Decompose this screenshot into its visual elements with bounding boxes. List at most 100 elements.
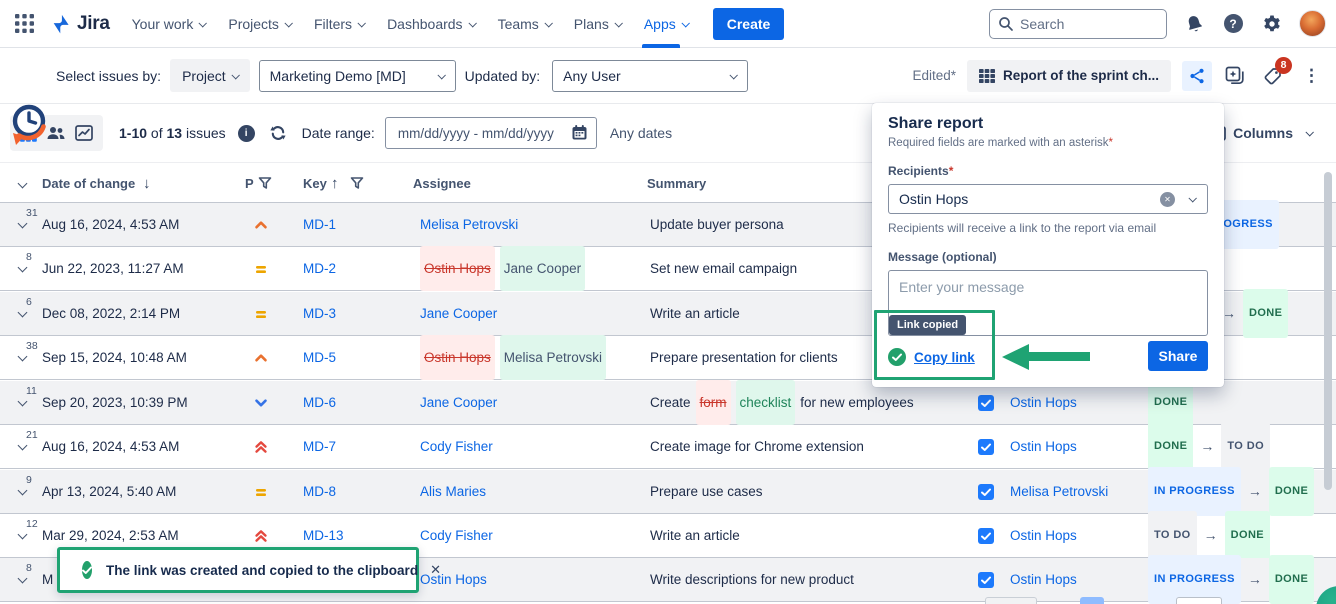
save-to-library-button[interactable] (1223, 64, 1247, 88)
share-icon (1188, 67, 1206, 85)
issue-source-type-dropdown[interactable]: Project (170, 59, 250, 92)
assignee-link[interactable]: Jane Cooper (420, 292, 497, 335)
expand-row-icon[interactable] (18, 486, 28, 496)
issue-key-link[interactable]: MD-5 (303, 336, 336, 379)
clear-icon[interactable]: ✕ (1160, 192, 1175, 207)
issue-key-link[interactable]: MD-8 (303, 470, 336, 513)
vertical-scrollbar[interactable] (1324, 172, 1332, 490)
table-row[interactable]: 21 Aug 16, 2024, 4:53 AM MD-7 Cody Fishe… (0, 425, 1336, 469)
expand-row-icon[interactable] (18, 441, 28, 451)
refresh-button[interactable] (268, 124, 288, 142)
status-badge: IN PROGRESS (1148, 467, 1241, 516)
message-label: Message (optional) (888, 250, 1208, 264)
expand-row-icon[interactable] (18, 574, 28, 584)
col-header-assignee[interactable]: Assignee (413, 163, 471, 204)
recipients-value: Ostin Hops (899, 191, 968, 207)
recipients-select[interactable]: Ostin Hops ✕ (888, 184, 1208, 214)
col-header-priority[interactable]: P (245, 163, 254, 204)
change-date: Sep 15, 2024, 10:48 AM (42, 336, 187, 379)
app-switcher-icon[interactable] (12, 12, 36, 36)
summary-change: Createformchecklistfor new employees (650, 381, 914, 424)
expand-row-icon[interactable] (18, 352, 28, 362)
nav-item-projects[interactable]: Projects (228, 0, 291, 48)
status-badge: DONE (1148, 422, 1193, 471)
nav-item-filters[interactable]: Filters (314, 0, 364, 48)
search-input[interactable] (989, 9, 1167, 39)
report-selector-button[interactable]: Report of the sprint ch... (967, 60, 1171, 92)
issue-key-link[interactable]: MD-1 (303, 203, 336, 246)
changes-count: 8 (26, 562, 32, 574)
assignee-link[interactable]: Cody Fisher (420, 514, 493, 557)
approved-checkbox[interactable] (978, 395, 994, 411)
approved-checkbox[interactable] (978, 484, 994, 500)
approved-checkbox[interactable] (978, 572, 994, 588)
jira-logo[interactable]: Jira (50, 13, 110, 35)
approved-checkbox[interactable] (978, 439, 994, 455)
nav-item-your-work[interactable]: Your work (132, 0, 206, 48)
date-range-input[interactable] (385, 117, 597, 149)
updated-by-dropdown[interactable]: Any User (552, 60, 748, 92)
status-arrow-icon: → (1200, 425, 1214, 468)
expand-row-icon[interactable] (18, 219, 28, 229)
nav-item-apps[interactable]: Apps (644, 0, 688, 48)
status-cell: TO DO→DONE (1148, 514, 1270, 557)
expand-row-icon[interactable] (18, 308, 28, 318)
expand-row-icon[interactable] (18, 530, 28, 540)
user-avatar[interactable] (1299, 10, 1326, 37)
sort-desc-icon[interactable]: ↓ (143, 163, 151, 204)
table-row[interactable]: 11 Sep 20, 2023, 10:39 PM MD-6 Jane Coop… (0, 381, 1336, 425)
nav-item-teams[interactable]: Teams (498, 0, 551, 48)
issue-key-link[interactable]: MD-3 (303, 292, 336, 335)
chevron-down-icon (614, 19, 622, 27)
settings-gear-icon[interactable] (1260, 12, 1284, 36)
chevron-down-icon (358, 19, 366, 27)
table-row[interactable]: 9 Apr 13, 2024, 5:40 AM MD-8 Alis Maries… (0, 470, 1336, 514)
filter-funnel-icon[interactable] (258, 176, 272, 193)
nav-item-plans[interactable]: Plans (574, 0, 621, 48)
sort-asc-icon[interactable]: ↑ (331, 163, 339, 204)
filter-funnel-icon[interactable] (350, 176, 364, 193)
assignee-change: Ostin HopsJane Cooper (420, 247, 585, 290)
notifications-bell-icon[interactable] (1182, 12, 1206, 36)
changes-count: 8 (26, 251, 32, 263)
changed-by-link[interactable]: Ostin Hops (1010, 425, 1077, 468)
recipients-label: Recipients* (888, 164, 1208, 178)
assignee-link[interactable]: Jane Cooper (420, 381, 497, 424)
share-submit-button[interactable]: Share (1148, 341, 1208, 371)
columns-button[interactable]: Columns (1209, 125, 1312, 141)
calendar-icon[interactable] (571, 124, 588, 141)
issue-key-link[interactable]: MD-2 (303, 247, 336, 290)
changed-by-link[interactable]: Melisa Petrovski (1010, 470, 1108, 513)
expand-all-icon[interactable] (18, 179, 28, 189)
recipients-help-text: Recipients will receive a link to the re… (888, 221, 1208, 235)
labels-button[interactable]: 8 (1258, 61, 1288, 91)
col-header-date-of-change[interactable]: Date of change (42, 163, 135, 204)
issue-key-link[interactable]: MD-6 (303, 381, 336, 424)
create-button[interactable]: Create (713, 8, 785, 40)
issue-key-link[interactable]: MD-7 (303, 425, 336, 468)
col-header-summary[interactable]: Summary (647, 163, 706, 204)
assignee-link[interactable]: Cody Fisher (420, 425, 493, 468)
approved-checkbox[interactable] (978, 528, 994, 544)
info-icon[interactable]: i (238, 125, 255, 142)
changed-by-link[interactable]: Ostin Hops (1010, 381, 1077, 424)
help-icon[interactable]: ? (1221, 12, 1245, 36)
global-search (989, 9, 1167, 39)
nav-item-dashboards[interactable]: Dashboards (387, 0, 475, 48)
changed-by-link[interactable]: Ostin Hops (1010, 514, 1077, 557)
issue-summary: Write descriptions for new product (650, 558, 854, 601)
col-header-key[interactable]: Key (303, 163, 327, 204)
chart-view-button[interactable] (75, 125, 93, 141)
assignee-link[interactable]: Alis Maries (420, 470, 486, 513)
refresh-icon (268, 124, 288, 142)
expand-row-icon[interactable] (18, 263, 28, 273)
changed-by-link[interactable]: Ostin Hops (1010, 558, 1077, 601)
share-report-button[interactable] (1182, 61, 1212, 91)
project-dropdown[interactable]: Marketing Demo [MD] (259, 60, 456, 92)
status-badge: DONE (1269, 467, 1314, 516)
close-icon[interactable]: ✕ (430, 562, 441, 578)
assignee-link[interactable]: Melisa Petrovski (420, 203, 518, 246)
more-actions-button[interactable]: ⋮ (1299, 66, 1324, 86)
check-icon (981, 443, 991, 452)
expand-row-icon[interactable] (18, 397, 28, 407)
